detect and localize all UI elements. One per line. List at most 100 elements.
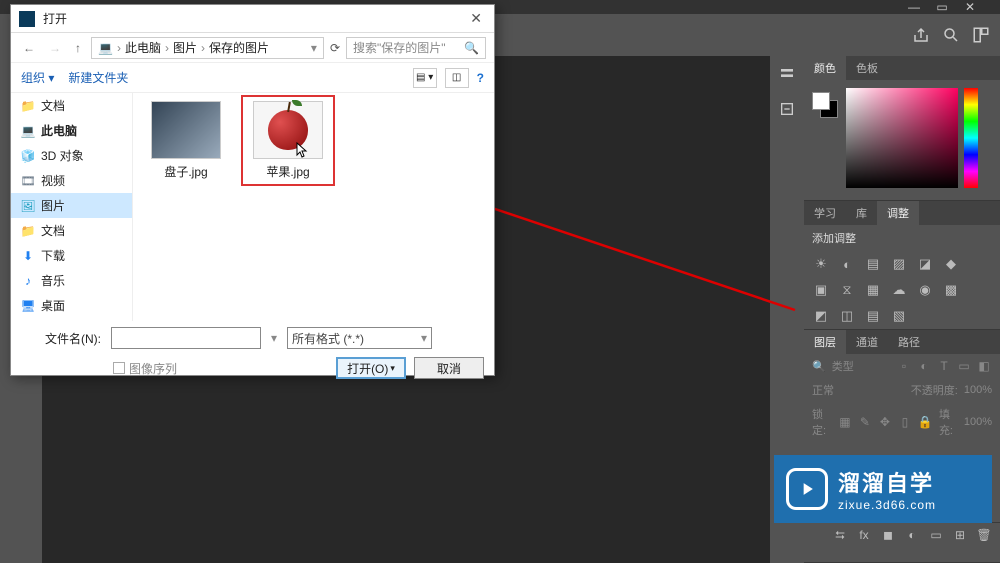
link-layers-icon[interactable]: ⮀ [832, 527, 848, 543]
sidebar-item-9[interactable]: 💽OS (C:) [11, 318, 132, 321]
sidebar-tree[interactable]: 📁文档💻此电脑🧊3D 对象🎞视频🖼图片📁文档⬇下载♪音乐🖥桌面💽OS (C:)💽… [11, 93, 133, 321]
cancel-button[interactable]: 取消 [414, 357, 484, 379]
sidebar-item-7[interactable]: ♪音乐 [11, 268, 132, 293]
sidebar-item-8[interactable]: 🖥桌面 [11, 293, 132, 318]
adjustments-row-1[interactable]: ☀◐▤▨◪◆ [804, 251, 1000, 277]
file-name: 盘子.jpg [164, 163, 207, 180]
file-list[interactable]: 盘子.jpg 苹果.jpg [133, 93, 494, 321]
sidebar-item-0[interactable]: 📁文档 [11, 93, 132, 118]
foreground-background-swatch[interactable] [812, 92, 840, 120]
new-folder-button[interactable]: 新建文件夹 [68, 69, 128, 86]
lock-transparency-icon[interactable]: ▦ [837, 414, 853, 430]
sidebar-item-1[interactable]: 💻 此电脑 [11, 118, 132, 143]
fill-value[interactable]: 100% [964, 416, 992, 428]
pc-icon: 💻 [21, 124, 35, 138]
opacity-label: 不透明度: [911, 382, 958, 398]
search-field[interactable]: 搜索"保存的图片" 🔍 [346, 37, 486, 59]
sidebar-item-label: 此电脑 [41, 122, 77, 139]
workspace-icon[interactable] [972, 26, 990, 44]
sidebar-item-label: 文档 [41, 222, 65, 239]
share-icon[interactable] [912, 26, 930, 44]
history-icon[interactable] [776, 62, 798, 84]
filter-smart-icon[interactable]: ◧ [976, 358, 992, 374]
window-close-button[interactable]: ✕ [960, 1, 980, 13]
lock-pixels-icon[interactable]: ✎ [857, 414, 873, 430]
tab-libraries[interactable]: 库 [846, 201, 877, 225]
group-icon[interactable]: ▭ [928, 527, 944, 543]
dialog-title: 打开 [43, 10, 67, 27]
sidebar-item-label: 文档 [41, 97, 65, 114]
properties-icon[interactable] [776, 98, 798, 120]
preview-pane-button[interactable]: ◫ [445, 68, 469, 88]
tab-paths[interactable]: 路径 [888, 330, 930, 354]
lock-all-icon[interactable]: 🔒 [917, 414, 933, 430]
color-field[interactable] [846, 88, 958, 188]
picture-icon: 🖼 [21, 199, 35, 213]
crumb-1[interactable]: 图片 [173, 39, 197, 56]
delete-layer-icon[interactable]: 🗑 [976, 527, 992, 543]
tab-channels[interactable]: 通道 [846, 330, 888, 354]
sidebar-item-3[interactable]: 🎞视频 [11, 168, 132, 193]
lock-position-icon[interactable]: ✥ [877, 414, 893, 430]
blend-mode-select[interactable]: 正常 [812, 382, 834, 398]
checkbox-label: 图像序列 [129, 360, 177, 377]
nav-forward-button[interactable]: → [45, 41, 65, 55]
thumbnail [253, 101, 323, 159]
sidebar-item-5[interactable]: 📁 文档 [11, 218, 132, 243]
cube-icon: 🧊 [21, 149, 35, 163]
address-dropdown-icon[interactable]: ▾ [311, 41, 317, 55]
tab-adjustments[interactable]: 调整 [877, 201, 919, 225]
lock-label: 锁定: [812, 406, 831, 438]
filetype-select[interactable]: 所有格式 (*.*) ▾ [287, 327, 432, 349]
crumb-2[interactable]: 保存的图片 [209, 39, 269, 56]
layer-mask-icon[interactable]: ◼ [880, 527, 896, 543]
lock-artboard-icon[interactable]: ▯ [897, 414, 913, 430]
view-mode-button[interactable]: ▤ ▾ [413, 68, 437, 88]
folder-icon: 📁 [21, 224, 35, 238]
sidebar-item-2[interactable]: 🧊 3D 对象 [11, 143, 132, 168]
window-restore-button[interactable]: ▭ [932, 1, 952, 13]
filename-label: 文件名(N): [21, 330, 101, 347]
filter-pixel-icon[interactable]: ▫ [896, 358, 912, 374]
tab-learn[interactable]: 学习 [804, 201, 846, 225]
tab-layers[interactable]: 图层 [804, 330, 846, 354]
adjustments-row-2[interactable]: ▣⧖▦☁◉▩ [804, 277, 1000, 303]
adjustment-layer-icon[interactable]: ◐ [904, 527, 920, 543]
nav-up-button[interactable]: ↑ [71, 41, 85, 55]
new-layer-icon[interactable]: ⊞ [952, 527, 968, 543]
sidebar-item-label: 下载 [41, 247, 65, 264]
help-icon[interactable]: ? [477, 71, 484, 85]
watermark-sub: zixue.3d66.com [838, 498, 936, 512]
file-item-1[interactable]: 苹果.jpg [247, 101, 329, 180]
filter-shape-icon[interactable]: ▭ [956, 358, 972, 374]
image-sequence-checkbox[interactable]: 图像序列 [113, 360, 177, 377]
opacity-value[interactable]: 100% [964, 384, 992, 396]
filename-input[interactable] [111, 327, 261, 349]
sidebar-item-label: 3D 对象 [41, 147, 84, 164]
tab-color[interactable]: 颜色 [804, 56, 846, 80]
file-name: 苹果.jpg [266, 163, 309, 180]
sidebar-item-4[interactable]: 🖼图片 [11, 193, 132, 218]
app-icon [19, 11, 35, 27]
crumb-0[interactable]: 此电脑 [125, 39, 161, 56]
search-icon[interactable] [942, 26, 960, 44]
file-open-dialog: 打开 ✕ ← → ↑ 💻 › 此电脑 › 图片 › 保存的图片 ▾ ⟳ 搜索"保… [10, 4, 495, 376]
thumbnail [151, 101, 221, 159]
organize-menu[interactable]: 组织 ▾ [21, 69, 54, 86]
adjustments-row-3[interactable]: ◩◫▤▧ [804, 303, 1000, 329]
dialog-close-button[interactable]: ✕ [466, 10, 486, 27]
open-button[interactable]: 打开(O) ▾ [336, 357, 406, 379]
layer-style-icon[interactable]: fx [856, 527, 872, 543]
fill-label: 填充: [939, 406, 958, 438]
window-minimize-button[interactable]: — [904, 1, 924, 13]
kind-icon[interactable]: 🔍 [812, 360, 826, 373]
refresh-button[interactable]: ⟳ [330, 41, 340, 55]
address-bar[interactable]: 💻 › 此电脑 › 图片 › 保存的图片 ▾ [91, 37, 324, 59]
filter-type-icon[interactable]: T [936, 358, 952, 374]
nav-back-button[interactable]: ← [19, 41, 39, 55]
sidebar-item-6[interactable]: ⬇下载 [11, 243, 132, 268]
filter-adjust-icon[interactable]: ◐ [916, 358, 932, 374]
file-item-0[interactable]: 盘子.jpg [145, 101, 227, 180]
tab-swatches[interactable]: 色板 [846, 56, 888, 80]
hue-slider[interactable] [964, 88, 978, 188]
